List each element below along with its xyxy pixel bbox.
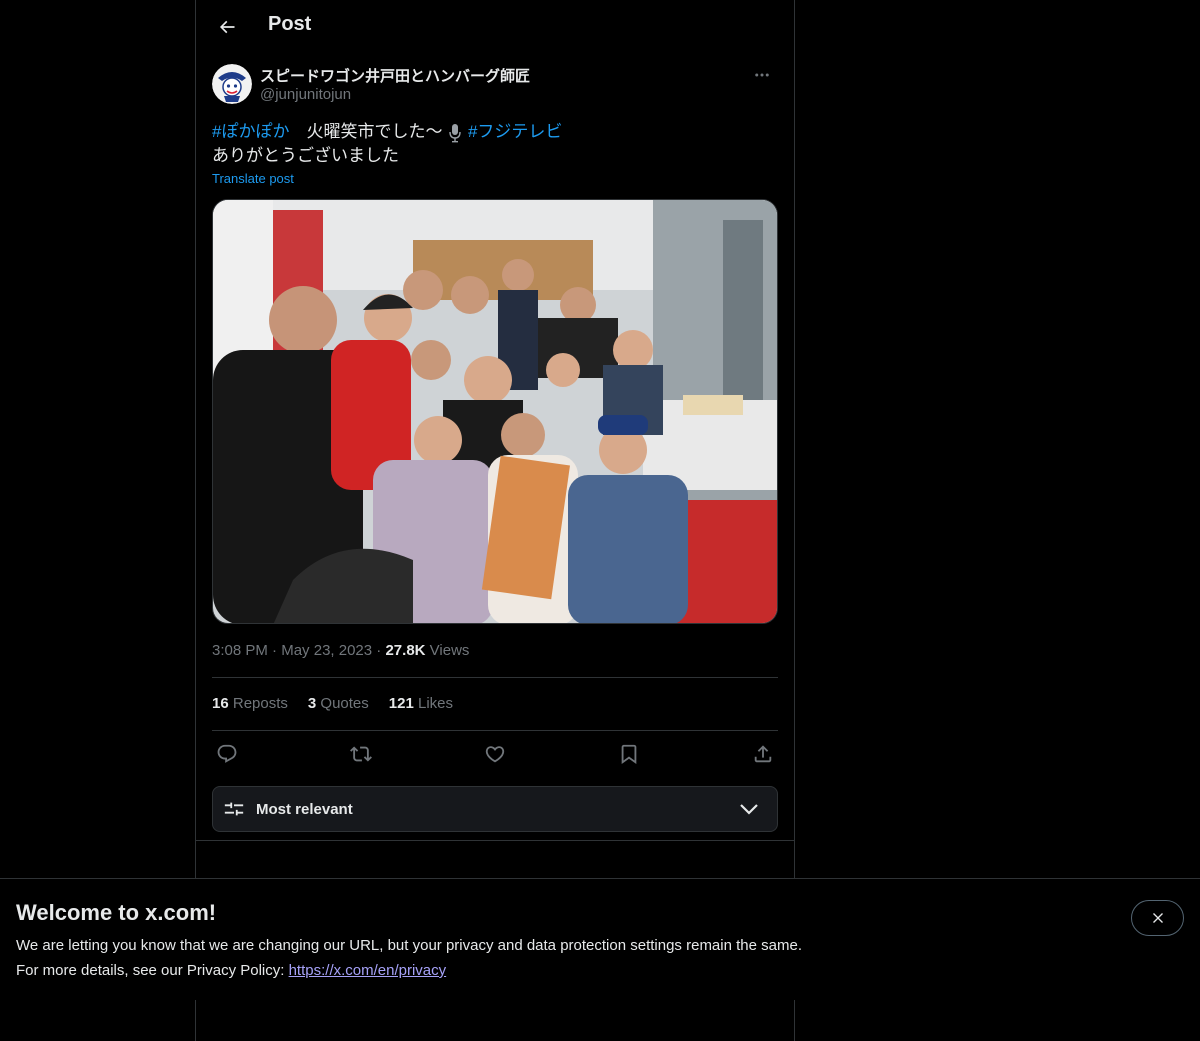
reply-icon bbox=[217, 744, 237, 763]
back-button[interactable] bbox=[212, 12, 242, 42]
quotes-count: 3 bbox=[307, 695, 317, 712]
author-handle[interactable]: @junjunitojun bbox=[260, 86, 351, 103]
repost-button[interactable] bbox=[346, 740, 376, 768]
close-icon bbox=[1152, 913, 1163, 923]
share-button[interactable] bbox=[748, 740, 778, 768]
welcome-banner: Welcome to x.com! We are letting you kno… bbox=[0, 878, 1200, 1000]
reply-button[interactable] bbox=[212, 740, 242, 768]
post-text-segment: 火曜笑市でした〜 bbox=[289, 122, 443, 141]
post-date[interactable]: May 23, 2023 bbox=[281, 642, 372, 659]
hashtag-link[interactable]: #フジテレビ bbox=[468, 122, 562, 141]
sort-replies-dropdown[interactable]: Most relevant bbox=[212, 786, 778, 832]
avatar[interactable] bbox=[212, 64, 252, 104]
more-options-button[interactable] bbox=[746, 64, 778, 86]
banner-privacy-prefix: For more details, see our Privacy Policy… bbox=[16, 962, 289, 979]
group-photo-image bbox=[213, 200, 777, 623]
bookmark-icon bbox=[621, 744, 637, 765]
post-stats: 16 Reposts 3 Quotes 121 Likes bbox=[212, 695, 453, 712]
post-text-line-1: #ぽかぽか 火曜笑市でした〜 #フジテレビ bbox=[212, 120, 778, 144]
translate-post-link[interactable]: Translate post bbox=[212, 171, 294, 186]
heart-icon bbox=[485, 746, 505, 763]
repost-icon bbox=[350, 746, 372, 762]
meta-separator: · bbox=[272, 642, 278, 659]
post-header: Post bbox=[196, 0, 794, 53]
views-label: Views bbox=[429, 642, 470, 659]
privacy-policy-link[interactable]: https://x.com/en/privacy bbox=[289, 962, 447, 979]
divider bbox=[212, 730, 778, 731]
arrow-left-icon bbox=[219, 20, 235, 34]
more-horizontal-icon bbox=[755, 73, 769, 77]
post-photo[interactable] bbox=[212, 199, 778, 624]
likes-label: Likes bbox=[417, 695, 454, 712]
sort-label: Most relevant bbox=[256, 801, 353, 818]
post-text-line-2: ありがとうございました bbox=[212, 146, 399, 165]
post-author: スピードワゴン井戸田とハンバーグ師匠 @junjunitojun bbox=[212, 64, 778, 108]
microphone-icon bbox=[449, 123, 461, 142]
hashtag-link[interactable]: #ぽかぽか bbox=[212, 122, 289, 141]
likes-count: 121 bbox=[388, 695, 414, 712]
divider bbox=[196, 840, 794, 841]
views-count: 27.8K bbox=[385, 642, 426, 659]
chevron-down-icon bbox=[740, 804, 758, 815]
reposts-stat[interactable]: 16 Reposts bbox=[212, 695, 288, 712]
post-actions bbox=[212, 740, 778, 768]
reposts-label: Reposts bbox=[232, 695, 288, 712]
like-button[interactable] bbox=[480, 740, 510, 768]
post-meta: 3:08 PM · May 23, 2023 · 27.8K Views bbox=[212, 642, 469, 659]
share-icon bbox=[754, 745, 772, 763]
banner-message: We are letting you know that we are chan… bbox=[16, 937, 802, 954]
quotes-stat[interactable]: 3 Quotes bbox=[308, 695, 369, 712]
reposts-count: 16 bbox=[212, 695, 229, 712]
meta-separator: · bbox=[376, 642, 382, 659]
post-time[interactable]: 3:08 PM bbox=[212, 642, 268, 659]
likes-stat[interactable]: 121 Likes bbox=[389, 695, 453, 712]
banner-title: Welcome to x.com! bbox=[16, 900, 217, 925]
page-title: Post bbox=[268, 13, 312, 35]
close-banner-button[interactable] bbox=[1131, 900, 1184, 936]
divider bbox=[212, 677, 778, 678]
author-display-name[interactable]: スピードワゴン井戸田とハンバーグ師匠 bbox=[260, 65, 530, 86]
post-text: #ぽかぽか 火曜笑市でした〜 #フジテレビ ありがとうございました bbox=[212, 120, 778, 168]
sliders-icon bbox=[224, 802, 244, 816]
banner-privacy-line: For more details, see our Privacy Policy… bbox=[16, 962, 446, 979]
quotes-label: Quotes bbox=[320, 695, 369, 712]
bookmark-button[interactable] bbox=[614, 740, 644, 768]
